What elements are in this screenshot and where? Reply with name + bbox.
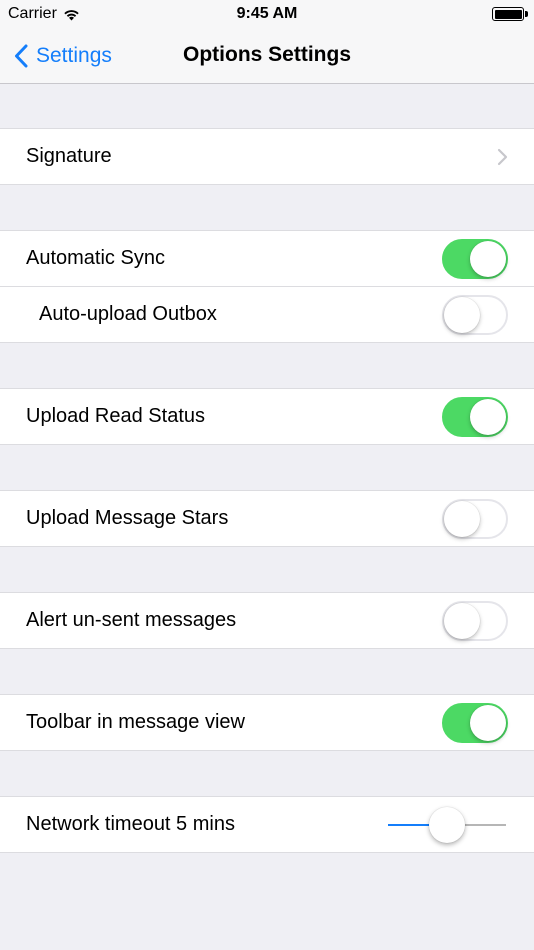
auto-upload-outbox-toggle[interactable] bbox=[442, 295, 508, 335]
auto-upload-outbox-row: Auto-upload Outbox bbox=[0, 287, 534, 343]
slider-thumb[interactable] bbox=[429, 807, 465, 843]
signature-label: Signature bbox=[26, 145, 112, 167]
network-timeout-label: Network timeout 5 mins bbox=[26, 813, 235, 835]
toolbar-in-message-view-toggle[interactable] bbox=[442, 703, 508, 743]
navigation-bar: Settings Options Settings bbox=[0, 28, 534, 84]
alert-unsent-messages-label: Alert un-sent messages bbox=[26, 609, 237, 631]
alert-unsent-messages-toggle[interactable] bbox=[442, 601, 508, 641]
battery-icon bbox=[492, 7, 528, 21]
page-title: Options Settings bbox=[183, 43, 351, 66]
toolbar-in-message-view-row: Toolbar in message view bbox=[0, 694, 534, 751]
upload-message-stars-row: Upload Message Stars bbox=[0, 490, 534, 547]
status-time: 9:45 AM bbox=[236, 5, 298, 22]
automatic-sync-toggle[interactable] bbox=[442, 239, 508, 279]
upload-read-status-row: Upload Read Status bbox=[0, 388, 534, 445]
automatic-sync-row: Automatic Sync bbox=[0, 230, 534, 287]
signature-row[interactable]: Signature bbox=[0, 128, 534, 185]
upload-read-status-toggle[interactable] bbox=[442, 397, 508, 437]
status-bar: Carrier 9:45 AM bbox=[0, 0, 534, 28]
chevron-right-icon bbox=[497, 148, 508, 166]
alert-unsent-messages-row: Alert un-sent messages bbox=[0, 592, 534, 649]
network-timeout-slider[interactable] bbox=[388, 805, 506, 845]
network-timeout-row: Network timeout 5 mins bbox=[0, 796, 534, 853]
toolbar-in-message-view-label: Toolbar in message view bbox=[26, 711, 245, 733]
automatic-sync-label: Automatic Sync bbox=[26, 247, 165, 269]
upload-message-stars-toggle[interactable] bbox=[442, 499, 508, 539]
upload-message-stars-label: Upload Message Stars bbox=[26, 507, 229, 529]
upload-read-status-label: Upload Read Status bbox=[26, 405, 206, 427]
auto-upload-outbox-label: Auto-upload Outbox bbox=[39, 303, 217, 325]
